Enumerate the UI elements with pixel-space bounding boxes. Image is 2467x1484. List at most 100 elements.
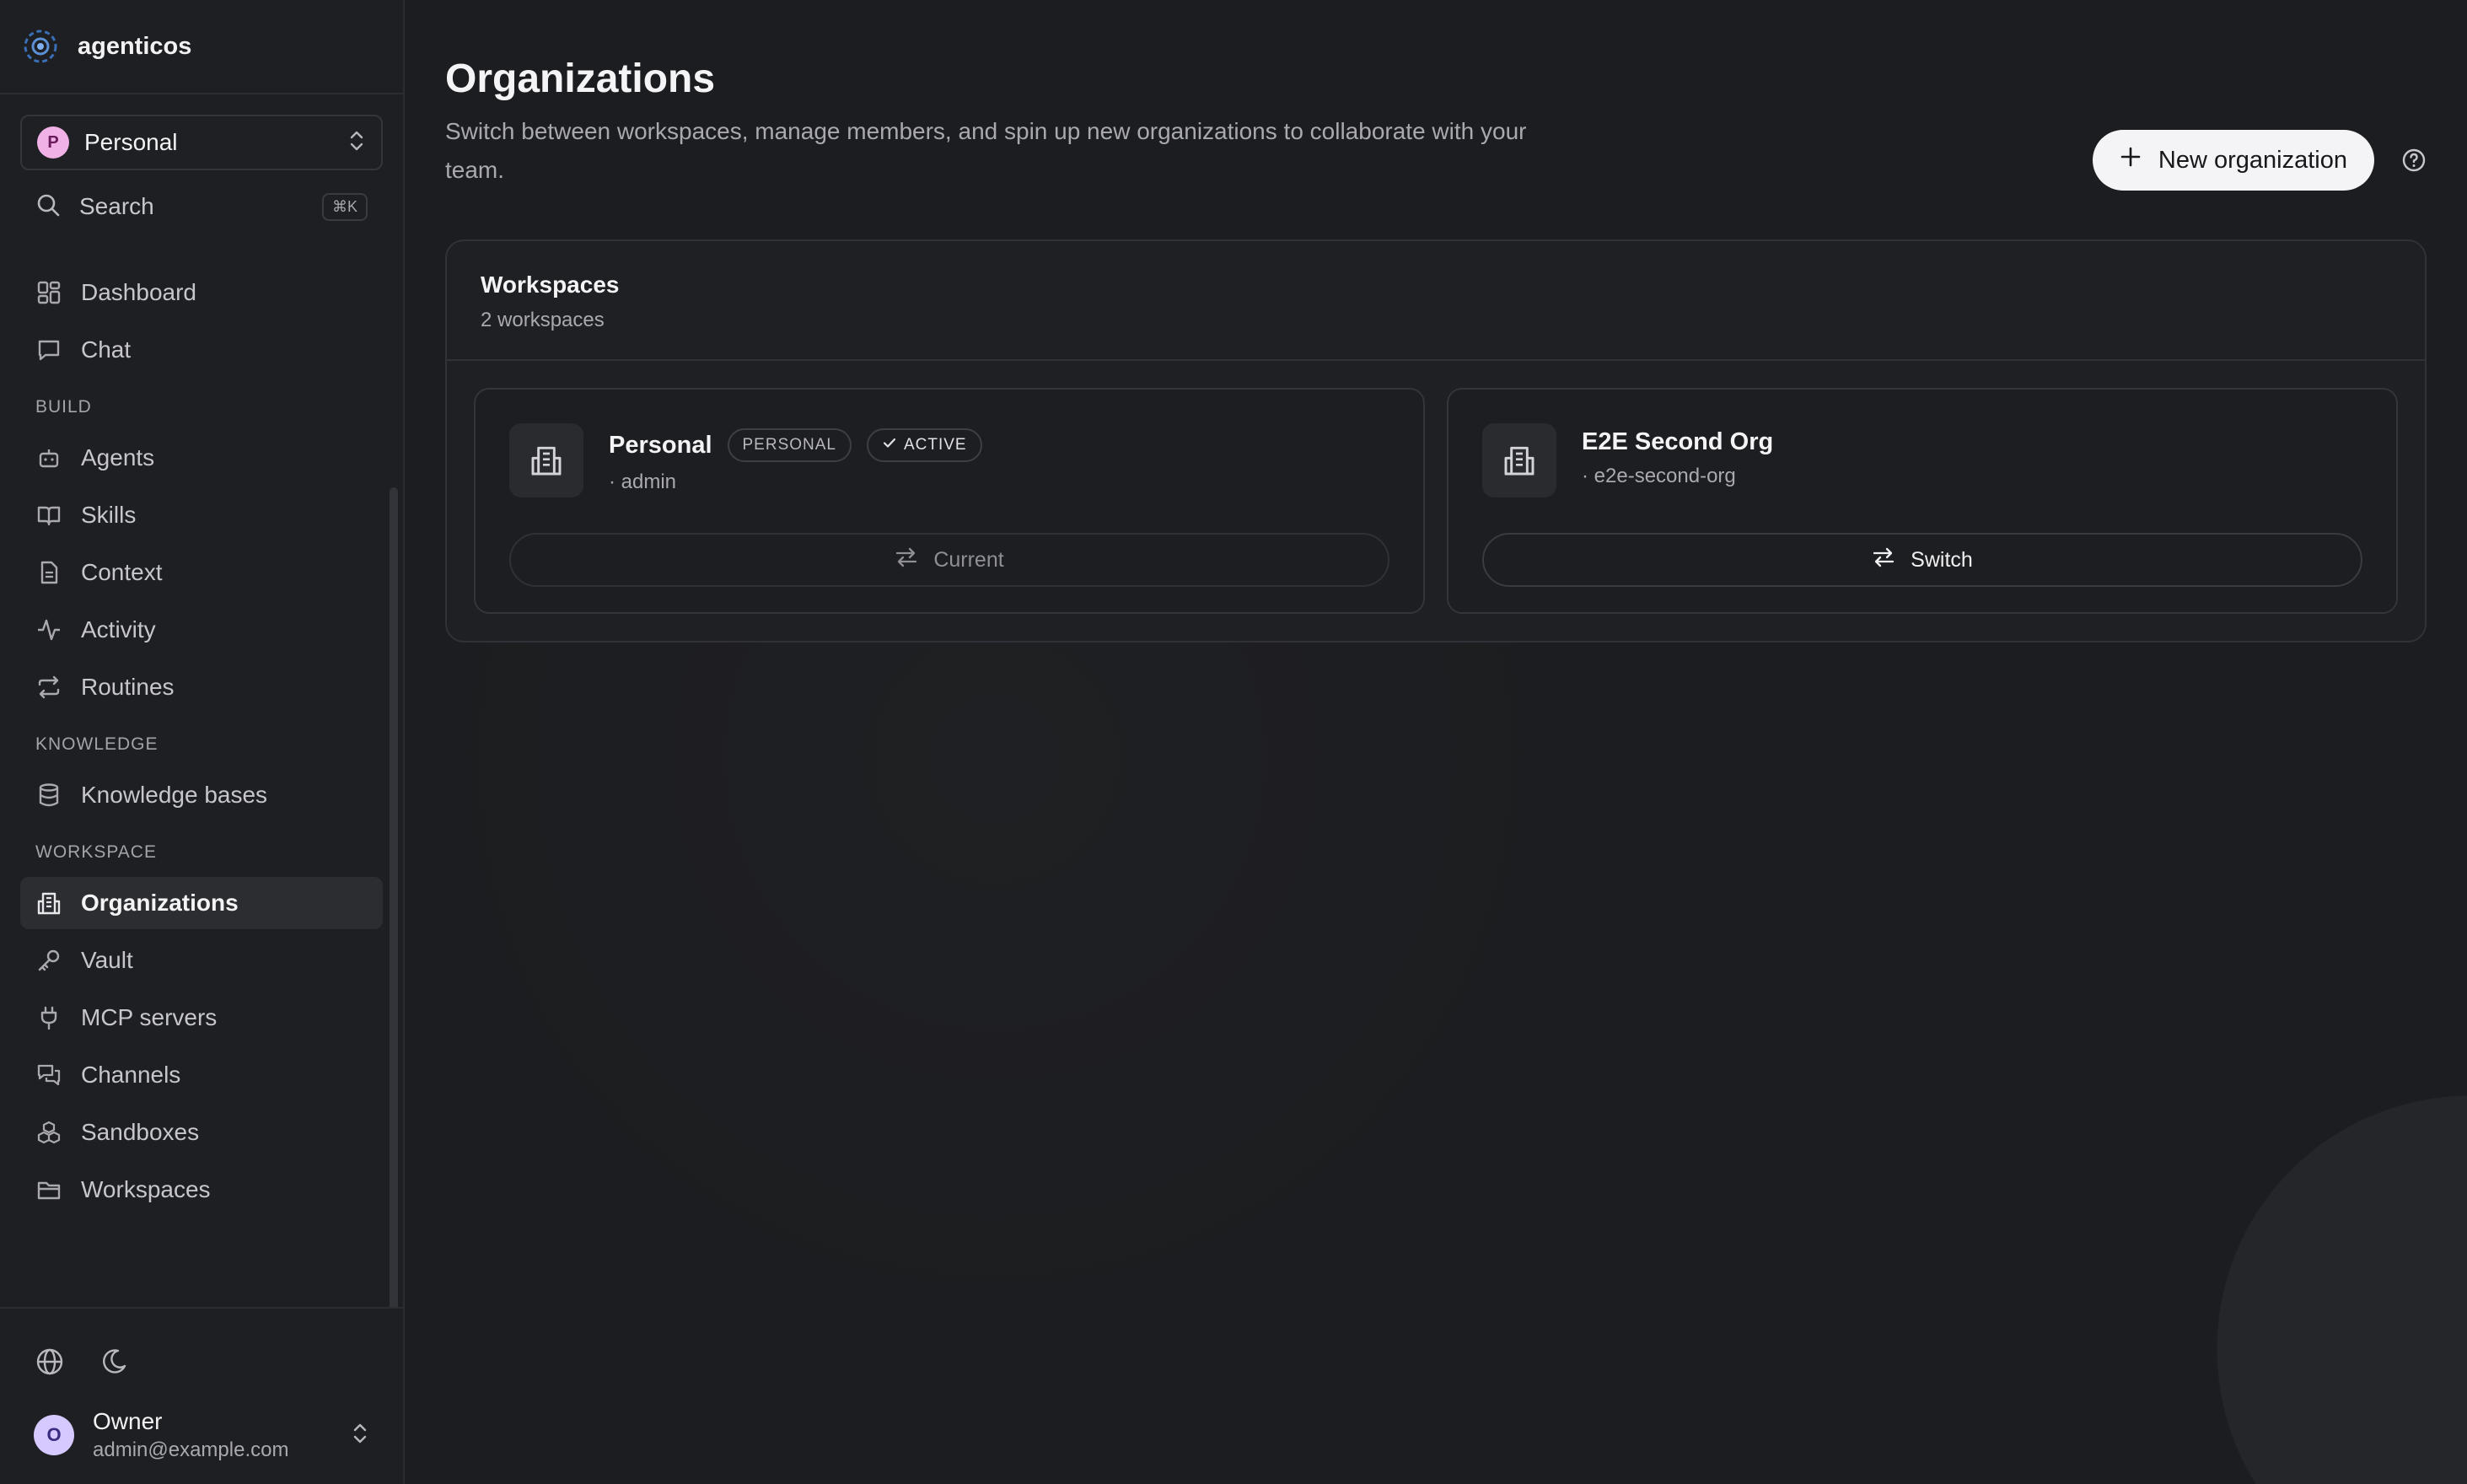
brand-header: agenticos [0,0,403,94]
workspace-role: · admin [609,470,677,493]
plug-icon [35,1004,62,1031]
card-name-row: E2E Second Org [1582,428,1773,456]
sidebar-item-label: Channels [81,1062,181,1088]
user-email: admin@example.com [93,1438,289,1461]
moon-icon[interactable] [99,1347,128,1380]
sidebar-item-organizations[interactable]: Organizations [20,877,383,929]
sidebar-item-chat[interactable]: Chat [20,324,383,376]
panel-header: Workspaces 2 workspaces [447,241,2425,361]
sidebar-item-label: Vault [81,947,133,973]
section-label-knowledge: KNOWLEDGE [35,734,159,754]
current-workspace-button[interactable]: Current [509,533,1389,587]
sidebar-item-knowledge-bases[interactable]: Knowledge bases [20,769,383,821]
panel-title: Workspaces [481,272,620,298]
sidebar-item-label: Knowledge bases [81,782,268,808]
chevron-up-down-icon [347,129,366,157]
org-selector[interactable]: P Personal [20,115,383,170]
building-icon [509,423,583,497]
messages-icon [35,1062,62,1089]
sidebar-item-skills[interactable]: Skills [20,489,383,541]
plus-icon [2120,146,2142,175]
key-icon [35,947,62,974]
sidebar-item-activity[interactable]: Activity [20,604,383,656]
help-icon[interactable] [2401,148,2427,173]
sidebar-scrollbar[interactable] [390,487,398,1307]
workspaces-panel: Workspaces 2 workspaces Personal PERSONA… [445,239,2427,643]
sidebar-item-context[interactable]: Context [20,546,383,599]
workspace-type-badge: PERSONAL [727,428,852,462]
search-button[interactable]: Search ⌘K [20,179,383,234]
card-header: E2E Second Org · e2e-second-org [1482,423,2362,497]
main-content: Organizations Switch between workspaces,… [405,0,2467,1484]
sidebar-item-label: Workspaces [81,1176,211,1202]
sidebar-footer: O Owner admin@example.com [0,1307,403,1484]
sidebar-item-label: Activity [81,616,156,643]
card-name-row: Personal PERSONAL ACTIVE [609,428,982,462]
new-organization-button[interactable]: New organization [2092,130,2374,191]
header-actions: New organization [2092,130,2427,191]
sidebar-item-agents[interactable]: Agents [20,432,383,484]
sidebar-nav: Dashboard Chat BUILD Agents Skills Conte… [0,234,403,1307]
sidebar-item-label: Agents [81,444,155,470]
search-shortcut: ⌘K [321,192,368,221]
check-icon [882,435,897,455]
user-name: Owner [93,1408,163,1434]
search-label: Search [79,193,154,219]
sidebar-item-sandboxes[interactable]: Sandboxes [20,1106,383,1159]
robot-icon [35,444,62,471]
user-info: Owner admin@example.com [93,1408,332,1462]
card-info: Personal PERSONAL ACTIVE · admin [609,423,982,494]
building-icon [1482,423,1556,497]
sidebar-item-label: Dashboard [81,279,196,305]
folder-icon [35,1176,62,1203]
search-icon [35,192,61,222]
globe-icon[interactable] [35,1347,64,1380]
current-workspace-label: Current [933,547,1004,572]
switch-workspace-button[interactable]: Switch [1482,533,2362,587]
switch-arrows-icon [1872,546,1895,575]
page-heading: Organizations Switch between workspaces,… [445,56,1575,190]
user-menu[interactable]: O Owner admin@example.com [20,1393,383,1477]
book-icon [35,502,62,529]
workspace-name: Personal [609,431,712,459]
sidebar: agenticos P Personal Search ⌘K Dashboard… [0,0,405,1484]
avatar: O [34,1415,74,1455]
workspace-slug: · e2e-second-org [1582,465,1736,487]
sidebar-item-label: Routines [81,674,175,700]
sidebar-item-workspaces[interactable]: Workspaces [20,1164,383,1216]
sidebar-item-label: Context [81,559,163,585]
document-icon [35,559,62,586]
dashboard-icon [35,279,62,306]
page-title: Organizations [445,56,716,101]
database-icon [35,782,62,809]
sidebar-item-channels[interactable]: Channels [20,1049,383,1101]
workspace-name: E2E Second Org [1582,428,1774,455]
sidebar-item-dashboard[interactable]: Dashboard [20,266,383,319]
sidebar-item-label: Chat [81,336,132,363]
repeat-icon [35,674,62,701]
card-info: E2E Second Org · e2e-second-org [1582,423,1773,488]
new-organization-label: New organization [2158,146,2347,174]
sidebar-item-label: MCP servers [81,1004,218,1030]
sidebar-item-label: Sandboxes [81,1119,200,1145]
brand-name: agenticos [78,32,192,60]
sidebar-item-mcp-servers[interactable]: MCP servers [20,992,383,1044]
sidebar-item-routines[interactable]: Routines [20,661,383,713]
boxes-icon [35,1119,62,1146]
status-badge: ACTIVE [866,428,982,462]
workspace-card-e2e-second-org: E2E Second Org · e2e-second-org Switch [1447,388,2398,614]
status-badge-label: ACTIVE [903,436,967,454]
building-icon [35,890,62,917]
chevron-up-down-icon [351,1422,369,1449]
org-selector-name: Personal [84,129,178,155]
page-subtitle: Switch between workspaces, manage member… [445,118,1527,183]
sidebar-item-vault[interactable]: Vault [20,934,383,987]
sidebar-item-label: Organizations [81,890,239,916]
workspace-cards: Personal PERSONAL ACTIVE · admin Current… [447,361,2425,641]
app-root: agenticos P Personal Search ⌘K Dashboard… [0,0,2467,1484]
switch-workspace-label: Switch [1911,547,1973,572]
chat-icon [35,336,62,363]
card-header: Personal PERSONAL ACTIVE · admin [509,423,1389,497]
activity-icon [35,616,62,643]
brand-logo-icon[interactable] [20,26,61,67]
